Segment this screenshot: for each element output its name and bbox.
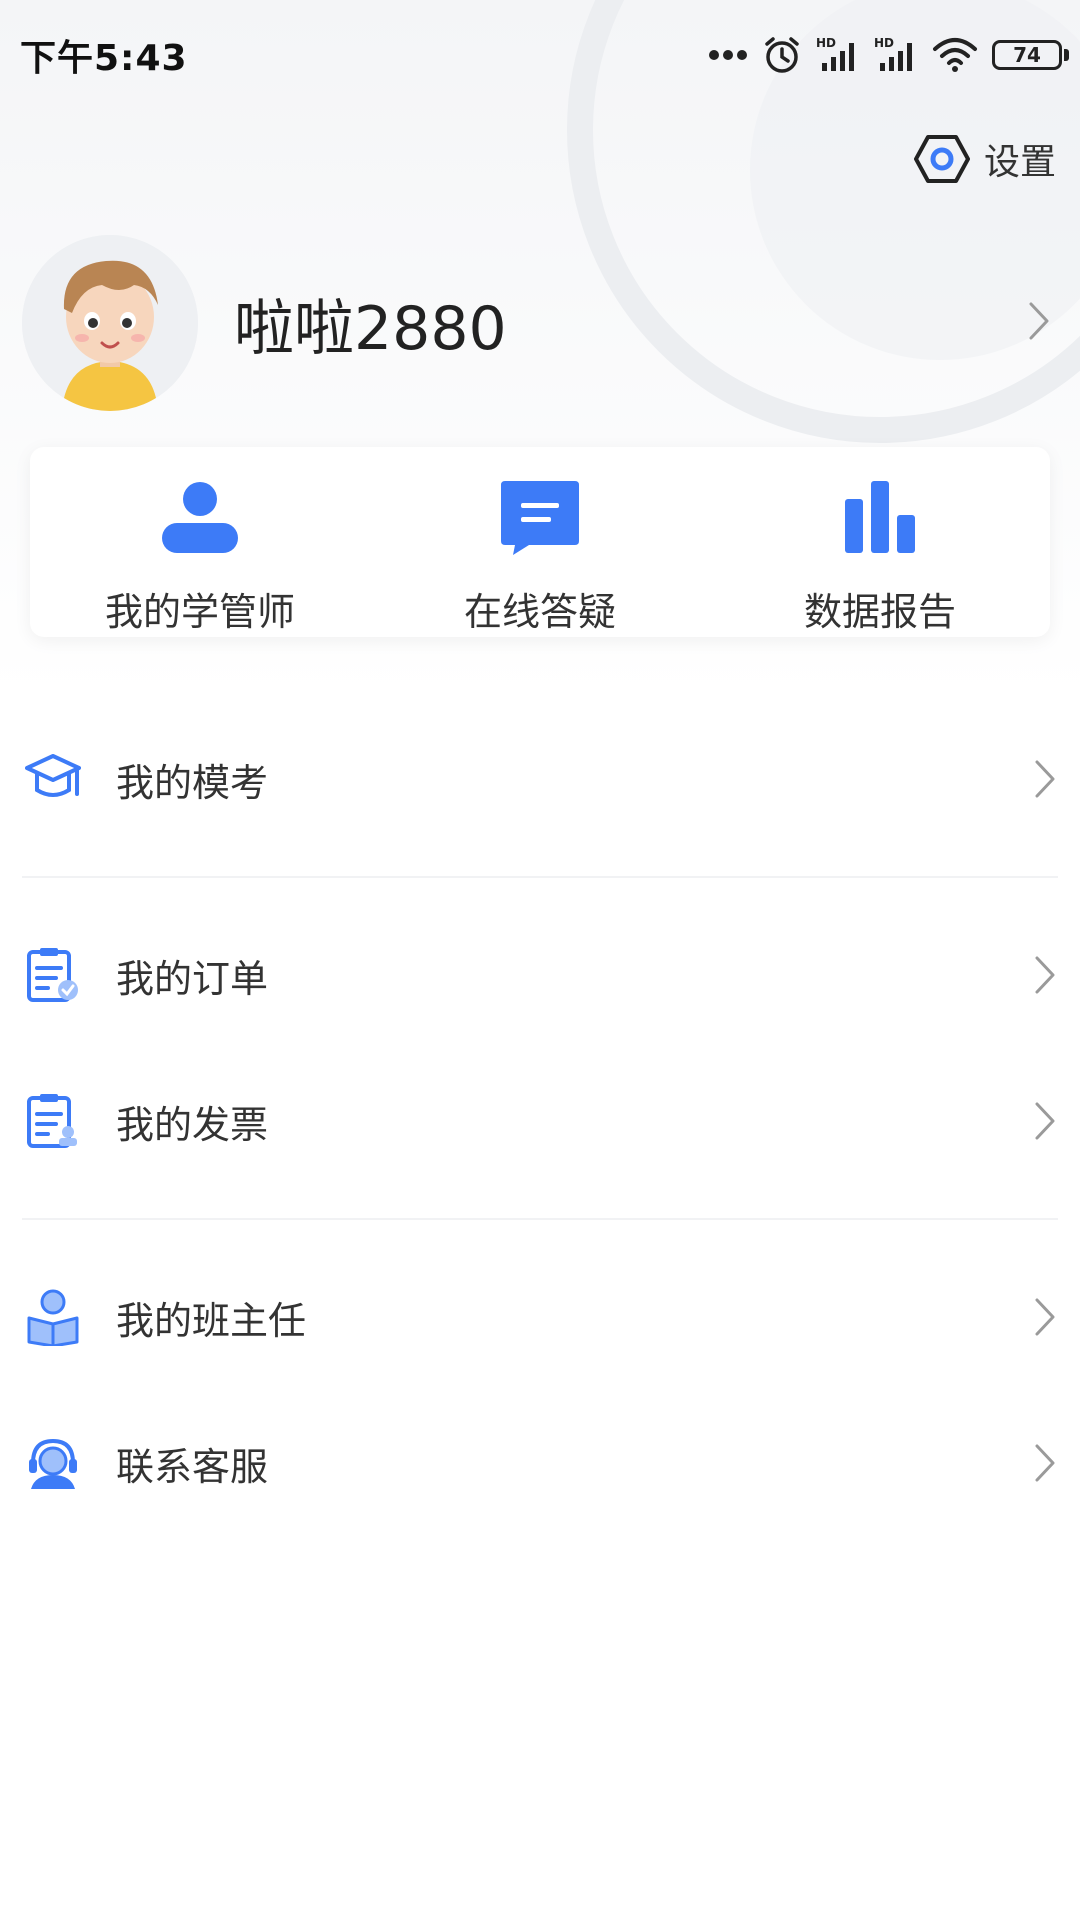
quick-action-label: 在线答疑: [463, 590, 616, 634]
chevron-right-icon: [1035, 956, 1055, 994]
username: 啦啦2880: [234, 293, 507, 364]
teacher-icon: [27, 1289, 79, 1346]
quick-action-study-manager[interactable]: 我的学管师: [30, 447, 370, 637]
chevron-right-icon: [1029, 302, 1049, 340]
graduation-cap-icon: [25, 754, 81, 797]
person-icon: [162, 482, 238, 553]
hd-signal-icon: HD: [816, 36, 854, 71]
menu-item-label: 我的订单: [116, 956, 269, 1001]
battery-level: 74: [1013, 43, 1041, 67]
quick-actions-card: 我的学管师 在线答疑 数据报告: [30, 447, 1050, 637]
menu-item-orders[interactable]: 我的订单: [0, 902, 1080, 1048]
status-time: 下午5:43: [20, 38, 188, 79]
chevron-right-icon: [1035, 1102, 1055, 1140]
quick-action-label: 数据报告: [803, 590, 956, 634]
order-icon: [27, 948, 78, 1002]
chevron-right-icon: [1035, 1444, 1055, 1482]
menu-list: 我的模考 我的订单 我的发票 我的班主任 联系客服: [0, 700, 1080, 1536]
chat-icon: [501, 481, 579, 555]
menu-item-label: 我的班主任: [116, 1298, 307, 1343]
cartoon-boy-avatar: [22, 235, 198, 411]
invoice-icon: [27, 1094, 77, 1148]
menu-item-label: 我的模考: [116, 760, 269, 805]
battery-icon: 74: [992, 40, 1069, 70]
wifi-icon: [933, 38, 977, 72]
bar-chart-icon: [845, 481, 915, 553]
chevron-right-icon: [1035, 1298, 1055, 1336]
status-bar: 下午5:43 HD HD 74: [0, 0, 1080, 110]
settings-hex-icon: [913, 135, 970, 183]
status-icons: HD HD 74: [708, 35, 1069, 75]
quick-action-data-report[interactable]: 数据报告: [710, 447, 1050, 637]
quick-action-label: 我的学管师: [104, 590, 295, 634]
hd-signal-icon: HD: [874, 36, 912, 71]
menu-item-label: 我的发票: [116, 1102, 269, 1147]
menu-item-invoices[interactable]: 我的发票: [0, 1048, 1080, 1194]
svg-text:HD: HD: [816, 36, 836, 50]
more-dots-icon: [709, 50, 747, 60]
menu-item-customer-service[interactable]: 联系客服: [0, 1390, 1080, 1536]
menu-item-head-teacher[interactable]: 我的班主任: [0, 1244, 1080, 1390]
chevron-right-icon: [1035, 760, 1055, 798]
menu-item-mock-exam[interactable]: 我的模考: [0, 706, 1080, 852]
avatar[interactable]: [22, 235, 198, 411]
profile-row[interactable]: 啦啦2880: [22, 233, 1058, 413]
quick-action-online-qa[interactable]: 在线答疑: [370, 447, 710, 637]
divider: [22, 1218, 1058, 1220]
menu-item-label: 联系客服: [116, 1444, 269, 1489]
svg-text:HD: HD: [874, 36, 894, 50]
settings-label: 设置: [983, 142, 1056, 183]
alarm-icon: [765, 37, 799, 73]
settings-button[interactable]: 设置: [913, 133, 1056, 185]
customer-service-icon: [29, 1438, 77, 1489]
divider: [22, 876, 1058, 878]
